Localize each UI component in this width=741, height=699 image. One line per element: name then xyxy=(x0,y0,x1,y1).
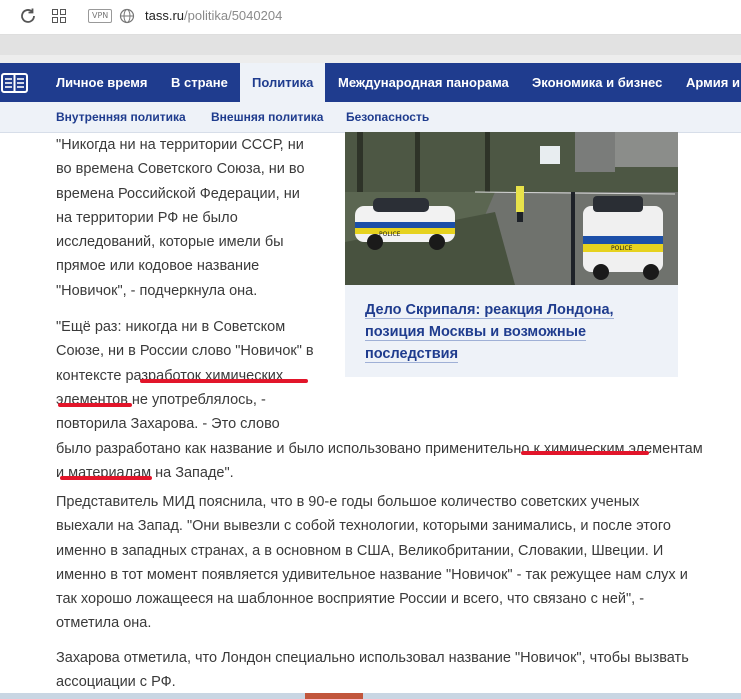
subnav-item-domestic[interactable]: Внутренняя политика xyxy=(56,102,186,132)
article-paragraph: "Никогда ни на территории СССР, ни во вр… xyxy=(56,137,305,299)
related-story-card[interactable]: POLICE POLICE Дело Скрипаля: реакция Лон… xyxy=(345,132,678,377)
nav-item-in-country[interactable]: В стране xyxy=(171,63,228,102)
browser-toolbar: VPN tass.ru/politika/5040204 xyxy=(0,0,741,35)
sub-navigation: Внутренняя политика Внешняя политика Без… xyxy=(0,102,741,133)
police-label: POLICE xyxy=(611,245,633,252)
tass-menu-icon[interactable] xyxy=(0,71,30,95)
nav-item-economy[interactable]: Экономика и бизнес xyxy=(532,63,662,102)
main-navigation: Личное время В стране Политика Междунаро… xyxy=(0,63,741,102)
article-paragraph: Захарова отметила, что Лондон специально… xyxy=(56,650,689,691)
highlight-underline xyxy=(140,379,308,383)
nav-item-international[interactable]: Международная панорама xyxy=(338,63,509,102)
globe-icon xyxy=(119,8,135,24)
vpn-badge[interactable]: VPN xyxy=(88,9,113,23)
subnav-item-foreign[interactable]: Внешняя политика xyxy=(211,102,323,132)
page-top-strip xyxy=(0,35,741,55)
url-host: tass.ru xyxy=(145,8,185,23)
article-paragraph-continued: было разработано как название и было исп… xyxy=(56,441,703,482)
taskbar-strip xyxy=(0,693,741,699)
article-paragraph: Представитель МИД пояснила, что в 90-е г… xyxy=(56,494,688,632)
nav-item-army[interactable]: Армия и xyxy=(686,63,740,102)
related-story-photo: POLICE POLICE xyxy=(345,132,678,285)
nav-item-politics[interactable]: Политика xyxy=(240,63,326,102)
address-bar[interactable]: tass.ru/politika/5040204 xyxy=(145,8,282,23)
tabs-grid-icon[interactable] xyxy=(52,9,66,23)
highlight-underline xyxy=(60,476,152,480)
taskbar-item[interactable] xyxy=(305,693,363,699)
related-story-title[interactable]: Дело Скрипаля: реакция Лондона, позиция … xyxy=(365,299,665,365)
police-label: POLICE xyxy=(379,231,401,238)
reload-icon[interactable] xyxy=(18,6,38,26)
nav-item-personal-time[interactable]: Личное время xyxy=(56,63,148,102)
url-path: /politika/5040204 xyxy=(184,8,283,23)
highlight-underline xyxy=(58,403,132,407)
article-paragraph: "Ещё раз: никогда ни в Советском Союзе, … xyxy=(56,319,314,433)
highlight-underline xyxy=(521,451,649,455)
subnav-item-security[interactable]: Безопасность xyxy=(346,102,429,132)
page-top-strip-lower xyxy=(0,55,741,63)
